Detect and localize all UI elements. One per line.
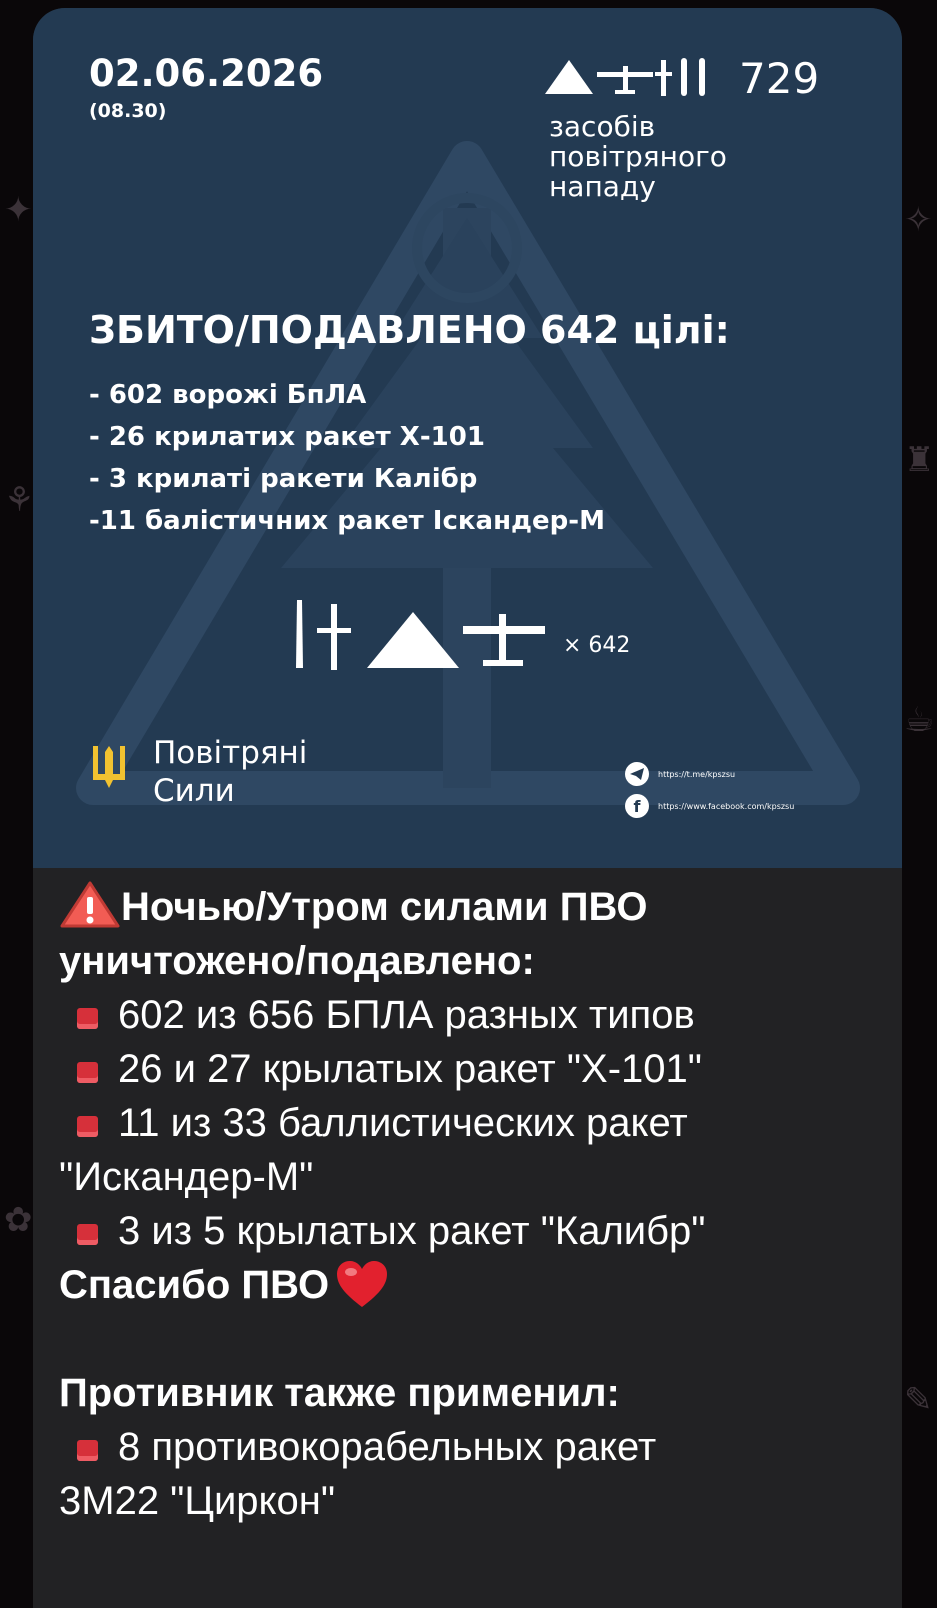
also-title: Противник также применил: (59, 1371, 620, 1415)
warning-icon (60, 881, 120, 928)
bullet-text: 3 из 5 крылатых ракет "Калибр" (118, 1209, 706, 1253)
bullet-square-icon (77, 1062, 98, 1083)
missile-icon (655, 58, 705, 96)
bullet-square-icon (77, 1224, 98, 1245)
list-item: -11 балістичних ракет Іскандер-М (89, 506, 605, 536)
list-item: 602 из 656 БПЛА разных типов (59, 988, 889, 1042)
drone-icon (367, 612, 459, 668)
facebook-icon: f (625, 794, 649, 818)
shot-down-headline: ЗБИТО/ПОДАВЛЕНО 642 цілі: (89, 308, 730, 352)
telegram-link[interactable]: https://t.me/kpszsu (625, 762, 735, 786)
thanks-line: Спасибо ПВО (59, 1258, 889, 1312)
plane-icon (597, 66, 653, 94)
weapon-icons-row (545, 58, 705, 96)
facebook-url: https://www.facebook.com/kpszsu (658, 801, 795, 811)
infographic-image[interactable]: 02.06.2026 (08.30) 729 засобів повітряно… (33, 8, 902, 868)
bullet-square-icon (77, 1440, 98, 1461)
wallpaper-doodle: ✎ (904, 1380, 933, 1420)
list-item-continuation: 3М22 "Циркон" (59, 1479, 336, 1523)
total-count: 729 (739, 54, 820, 103)
bullet-text: 602 из 656 БПЛА разных типов (118, 993, 695, 1037)
shot-down-list: - 602 ворожі БпЛА - 26 крилатих ракет Х-… (89, 374, 605, 542)
weapon-icons-large (296, 600, 545, 670)
thanks-text: Спасибо ПВО (59, 1263, 330, 1307)
missile-icon (296, 600, 303, 668)
list-item-continuation: "Искандер-М" (59, 1155, 314, 1199)
plane-icon (463, 614, 545, 666)
caption-line: повітряного (549, 140, 727, 173)
message-text: Ночью/Утром силами ПВО уничтожено/подавл… (59, 880, 889, 1528)
list-item: 11 из 33 баллистических ракет (59, 1096, 889, 1150)
bullet-text: 26 и 27 крылатых ракет "Х-101" (118, 1047, 702, 1091)
drone-icon (545, 60, 593, 94)
wallpaper-doodle: ⚘ (4, 480, 35, 520)
list-item: 26 и 27 крылатых ракет "Х-101" (59, 1042, 889, 1096)
telegram-url: https://t.me/kpszsu (658, 769, 736, 779)
org-line: Повітряні (153, 735, 308, 771)
missile-icon (317, 604, 351, 670)
report-date: 02.06.2026 (89, 52, 324, 95)
bullet-text: 11 из 33 баллистических ракет (118, 1101, 688, 1145)
wallpaper-doodle: ✦ (4, 190, 33, 230)
message-title-line: Ночью/Утром силами ПВО (59, 880, 889, 934)
list-item: 8 противокорабельных ракет (59, 1420, 889, 1474)
multiplier-label: × 642 (563, 633, 631, 658)
org-name: Повітряні Сили (153, 734, 307, 810)
message-subtitle: уничтожено/подавлено: (59, 939, 535, 983)
list-item: - 3 крилаті ракети Калібр (89, 464, 478, 494)
report-time: (08.30) (89, 100, 167, 122)
org-line: Сили (153, 773, 235, 809)
bullet-square-icon (77, 1116, 98, 1137)
caption-line: нападу (549, 170, 656, 203)
list-item: 3 из 5 крылатых ракет "Калибр" (59, 1204, 889, 1258)
facebook-link[interactable]: f https://www.facebook.com/kpszsu (625, 794, 794, 818)
list-item: - 26 крилатих ракет Х-101 (89, 422, 485, 452)
telegram-icon (625, 762, 649, 786)
message-title: Ночью/Утром силами ПВО (121, 885, 648, 929)
wallpaper-doodle: ✿ (4, 1200, 33, 1240)
heart-icon (337, 1261, 388, 1307)
caption-line: засобів (549, 110, 656, 143)
trident-icon (93, 746, 125, 788)
bullet-square-icon (77, 1008, 98, 1029)
message-bubble[interactable]: 02.06.2026 (08.30) 729 засобів повітряно… (33, 8, 902, 1608)
bullet-text: 8 противокорабельных ракет (118, 1425, 657, 1469)
list-item: - 602 ворожі БпЛА (89, 380, 367, 410)
wallpaper-doodle: ☕ (904, 700, 935, 740)
wallpaper-doodle: ✧ (904, 200, 933, 240)
wallpaper-doodle: ♜ (904, 440, 935, 480)
total-caption: засобів повітряного нападу (549, 112, 727, 202)
